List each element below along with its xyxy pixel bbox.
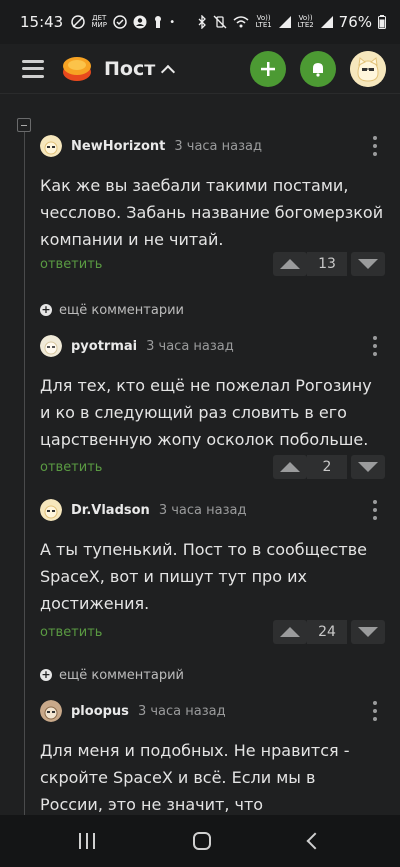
avatar[interactable] — [40, 700, 62, 722]
dot-icon: • — [169, 16, 176, 28]
reply-link[interactable]: ответить — [40, 625, 102, 640]
arrow-up-icon — [280, 627, 300, 637]
mute-icon — [71, 15, 85, 29]
comment-text: Как же вы заебали такими постами, чессло… — [40, 176, 384, 249]
comment-time[interactable]: 3 часа назад — [138, 704, 226, 719]
more-options-icon[interactable] — [373, 701, 377, 721]
comment-username[interactable]: ploopus — [71, 704, 129, 719]
page-title[interactable]: Пост — [104, 58, 155, 80]
battery-percent: 76% — [338, 13, 372, 31]
more-options-icon[interactable] — [373, 500, 377, 520]
cat-avatar-icon — [40, 700, 62, 722]
more-options-icon[interactable] — [373, 336, 377, 356]
comment-time[interactable]: 3 часа назад — [146, 339, 234, 354]
more-comments-label: ещё комментарий — [59, 667, 184, 683]
rating-count: 13 — [307, 252, 347, 276]
rating-count: 24 — [307, 620, 347, 644]
bell-icon — [313, 62, 323, 77]
system-nav-bar — [0, 815, 400, 867]
status-time: 15:43 — [20, 13, 64, 31]
lte2-indicator: Vo)) LTE2 — [297, 14, 314, 29]
upvote-button[interactable] — [273, 620, 307, 644]
account-icon — [133, 15, 147, 29]
comment: ploopus 3 часа назад Для меня и подобных… — [40, 699, 385, 815]
battery-icon — [378, 15, 386, 29]
signal-icon-2 — [320, 16, 333, 28]
keyhole-icon — [155, 16, 162, 28]
back-icon[interactable] — [306, 832, 324, 850]
more-comments-label: ещё комментарии — [59, 302, 184, 318]
arrow-down-icon — [358, 259, 378, 269]
comment-username[interactable]: NewHorizont — [71, 139, 165, 154]
user-avatar[interactable] — [350, 50, 386, 87]
check-circle-icon — [113, 15, 127, 29]
status-bar: 15:43 ДЕТ МИР • Vo)) LTE1 Vo)) LTE2 76% — [0, 0, 400, 44]
comment: pyotrmai 3 часа назад Для тех, кто ещё н… — [40, 334, 385, 479]
pikabu-logo[interactable] — [62, 55, 92, 83]
vibrate-mute-icon — [213, 15, 227, 29]
add-post-button[interactable] — [250, 50, 286, 87]
upvote-button[interactable] — [273, 252, 307, 276]
comment: Dr.Vladson 3 часа назад А ты тупенький. … — [40, 498, 385, 644]
downvote-button[interactable] — [351, 620, 385, 644]
bluetooth-icon — [198, 15, 206, 29]
comments-area[interactable]: NewHorizont 3 часа назад Как же вы заеба… — [0, 95, 400, 815]
reply-link[interactable]: ответить — [40, 257, 102, 272]
avatar[interactable] — [40, 335, 62, 357]
arrow-down-icon — [358, 627, 378, 637]
rating-count: 2 — [307, 455, 347, 479]
cat-avatar-icon — [40, 135, 62, 157]
more-comments-link[interactable]: + ещё комментарии — [40, 300, 184, 320]
notifications-button[interactable] — [300, 50, 336, 87]
comment-text: А ты тупенький. Пост то в сообществе Spa… — [40, 540, 367, 613]
signal-icon-1 — [278, 16, 291, 28]
comment-text: Для тех, кто ещё не пожелал Рогозину и к… — [40, 376, 372, 449]
comment-time[interactable]: 3 часа назад — [174, 139, 262, 154]
status-left-icons: ДЕТ МИР • — [71, 15, 175, 29]
cat-avatar-icon — [40, 335, 62, 357]
plus-icon: + — [40, 668, 52, 681]
comment-username[interactable]: Dr.Vladson — [71, 503, 150, 518]
reply-link[interactable]: ответить — [40, 460, 102, 475]
cat-avatar-icon — [40, 499, 62, 521]
comment-text: Для меня и подобных. Не нравится - скрой… — [40, 741, 350, 814]
recent-apps-icon[interactable] — [79, 833, 95, 849]
app-notification-icon: ДЕТ МИР — [91, 14, 107, 29]
avatar[interactable] — [40, 499, 62, 521]
comment-time[interactable]: 3 часа назад — [159, 503, 247, 518]
thread-line[interactable] — [24, 131, 25, 815]
more-options-icon[interactable] — [373, 136, 377, 156]
home-icon[interactable] — [193, 832, 211, 850]
chevron-up-icon[interactable] — [161, 64, 176, 79]
comment: NewHorizont 3 часа назад Как же вы заеба… — [40, 134, 385, 276]
status-right-icons: Vo)) LTE1 Vo)) LTE2 76% — [197, 13, 386, 31]
app-header: Пост — [0, 44, 400, 94]
downvote-button[interactable] — [351, 455, 385, 479]
collapse-thread-button[interactable] — [17, 118, 31, 132]
menu-icon[interactable] — [22, 59, 44, 78]
more-comments-link[interactable]: + ещё комментарий — [40, 665, 184, 685]
downvote-button[interactable] — [351, 252, 385, 276]
comment-username[interactable]: pyotrmai — [71, 339, 137, 354]
avatar[interactable] — [40, 135, 62, 157]
wifi-icon — [233, 16, 249, 28]
arrow-up-icon — [280, 462, 300, 472]
plus-icon: + — [40, 303, 52, 316]
arrow-down-icon — [358, 462, 378, 472]
lte1-indicator: Vo)) LTE1 — [255, 14, 272, 29]
plus-icon — [261, 61, 275, 76]
arrow-up-icon — [280, 259, 300, 269]
upvote-button[interactable] — [273, 455, 307, 479]
cat-avatar-icon — [350, 50, 386, 87]
